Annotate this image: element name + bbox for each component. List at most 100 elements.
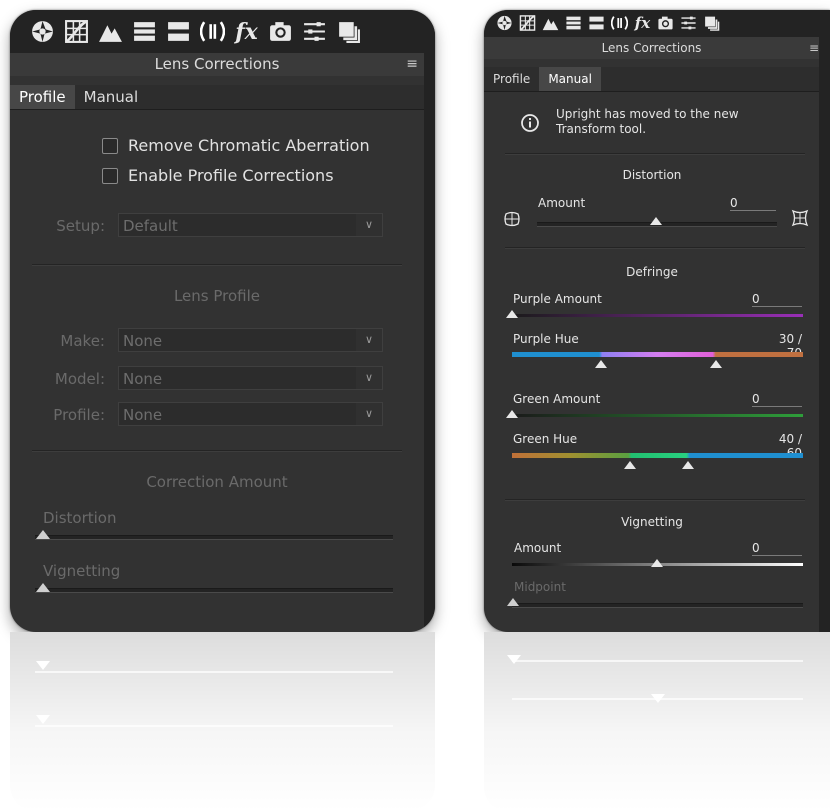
effects-fx-icon[interactable]: fx xyxy=(634,14,651,32)
profile-select[interactable]: None ∨ xyxy=(118,402,383,426)
info-icon xyxy=(520,113,540,133)
vignetting-label: Vignetting xyxy=(43,562,121,580)
presets-icon[interactable] xyxy=(680,14,697,32)
tab-profile[interactable]: Profile xyxy=(10,85,75,109)
hsl-icon[interactable] xyxy=(132,19,157,44)
green-hue-high-thumb[interactable] xyxy=(682,461,694,469)
panel-menu-icon[interactable]: ≡ xyxy=(406,53,418,76)
purple-hue-label: Purple Hue xyxy=(513,332,579,346)
tone-curve-icon[interactable] xyxy=(64,19,89,44)
tab-bar: Profile Manual xyxy=(484,67,819,92)
checkbox-box[interactable] xyxy=(102,167,118,184)
panel-toolbar: fx xyxy=(484,10,830,37)
vignetting-slider-thumb[interactable] xyxy=(36,583,50,592)
barrel-distortion-icon xyxy=(791,209,809,227)
upright-info-message: Upright has moved to the new Transform t… xyxy=(556,107,739,136)
green-hue-slider-track[interactable] xyxy=(512,453,803,458)
model-value: None xyxy=(123,370,163,388)
divider xyxy=(505,247,805,249)
panel-title-text: Lens Corrections xyxy=(601,41,702,55)
purple-amount-slider-track[interactable] xyxy=(512,314,803,317)
tab-manual[interactable]: Manual xyxy=(539,67,601,91)
vignetting-amount-value[interactable]: 0 xyxy=(752,541,802,556)
tab-manual[interactable]: Manual xyxy=(75,85,148,109)
snapshots-icon[interactable] xyxy=(336,19,361,44)
correction-amount-heading: Correction Amount xyxy=(146,473,288,491)
lens-corrections-icon[interactable] xyxy=(611,14,628,32)
basic-aperture-icon[interactable] xyxy=(496,14,513,32)
setup-value: Default xyxy=(123,217,178,235)
vignetting-slider-track[interactable] xyxy=(35,588,393,593)
defringe-heading: Defringe xyxy=(626,265,678,279)
make-value: None xyxy=(123,332,163,350)
panel-title: Lens Corrections ≡ xyxy=(10,53,424,76)
camera-calibration-icon[interactable] xyxy=(657,14,674,32)
setup-select[interactable]: Default ∨ xyxy=(118,213,383,237)
setup-label: Setup: xyxy=(56,217,105,235)
chevron-down-icon: ∨ xyxy=(356,329,382,351)
tab-profile[interactable]: Profile xyxy=(484,67,539,91)
purple-hue-slider-track[interactable] xyxy=(512,352,803,357)
basic-aperture-icon[interactable] xyxy=(30,19,55,44)
make-label: Make: xyxy=(60,332,105,350)
checkbox-box[interactable] xyxy=(102,137,118,154)
distortion-slider-thumb[interactable] xyxy=(36,530,50,539)
detail-icon[interactable] xyxy=(542,14,559,32)
snapshots-icon[interactable] xyxy=(703,14,720,32)
split-toning-icon[interactable] xyxy=(166,19,191,44)
vignetting-amount-slider-thumb[interactable] xyxy=(651,559,663,567)
left-lens-corrections-panel: fx Lens Corrections ≡ Profile Manual Rem… xyxy=(10,10,435,632)
reflection-fade xyxy=(10,632,435,811)
panel-title: Lens Corrections ≡ xyxy=(484,37,819,59)
distortion-amount-label: Amount xyxy=(538,196,586,210)
left-panel-reflection xyxy=(10,632,435,811)
vignetting-midpoint-slider-thumb[interactable] xyxy=(507,598,519,606)
purple-amount-value[interactable]: 0 xyxy=(752,292,802,307)
model-label: Model: xyxy=(54,370,105,388)
tab-bar: Profile Manual xyxy=(10,85,424,110)
right-panel-reflection xyxy=(484,632,830,811)
model-select[interactable]: None ∨ xyxy=(118,366,383,390)
divider xyxy=(32,450,402,452)
distortion-amount-slider-thumb[interactable] xyxy=(650,217,662,225)
profile-value: None xyxy=(123,406,163,424)
vignetting-heading: Vignetting xyxy=(621,515,683,529)
enable-profile-corrections-checkbox[interactable]: Enable Profile Corrections xyxy=(102,166,334,185)
remove-chromatic-aberration-checkbox[interactable]: Remove Chromatic Aberration xyxy=(102,136,370,155)
lens-corrections-icon[interactable] xyxy=(200,19,225,44)
chevron-down-icon: ∨ xyxy=(356,403,382,425)
hsl-icon[interactable] xyxy=(565,14,582,32)
green-amount-value[interactable]: 0 xyxy=(752,392,802,407)
distortion-heading: Distortion xyxy=(622,168,682,182)
camera-calibration-icon[interactable] xyxy=(268,19,293,44)
panel-toolbar: fx xyxy=(10,10,435,53)
purple-amount-slider-thumb[interactable] xyxy=(506,310,518,318)
presets-icon[interactable] xyxy=(302,19,327,44)
distortion-slider-track[interactable] xyxy=(35,535,393,540)
reflection-fade xyxy=(484,632,830,811)
profile-label: Profile: xyxy=(53,406,105,424)
right-lens-corrections-panel: fx Lens Corrections ≡ Profile Manual Upr… xyxy=(484,10,830,632)
green-amount-label: Green Amount xyxy=(513,392,601,406)
make-select[interactable]: None ∨ xyxy=(118,328,383,352)
panel-menu-icon[interactable]: ≡ xyxy=(809,37,819,59)
vignetting-midpoint-slider-track[interactable] xyxy=(512,603,803,608)
checkbox-label: Enable Profile Corrections xyxy=(128,166,334,185)
effects-fx-icon[interactable]: fx xyxy=(234,19,259,45)
green-amount-slider-track[interactable] xyxy=(512,414,803,417)
tone-curve-icon[interactable] xyxy=(519,14,536,32)
lens-profile-heading: Lens Profile xyxy=(173,287,261,305)
divider xyxy=(32,264,402,266)
detail-icon[interactable] xyxy=(98,19,123,44)
chevron-down-icon: ∨ xyxy=(356,214,382,236)
split-toning-icon[interactable] xyxy=(588,14,605,32)
purple-hue-high-thumb[interactable] xyxy=(710,360,722,368)
green-amount-slider-thumb[interactable] xyxy=(506,410,518,418)
divider xyxy=(505,153,805,155)
purple-hue-low-thumb[interactable] xyxy=(595,360,607,368)
distortion-amount-value[interactable]: 0 xyxy=(730,196,776,211)
green-hue-low-thumb[interactable] xyxy=(624,461,636,469)
distortion-label: Distortion xyxy=(43,509,117,527)
checkbox-label: Remove Chromatic Aberration xyxy=(128,136,370,155)
vignetting-midpoint-label: Midpoint xyxy=(514,580,566,594)
